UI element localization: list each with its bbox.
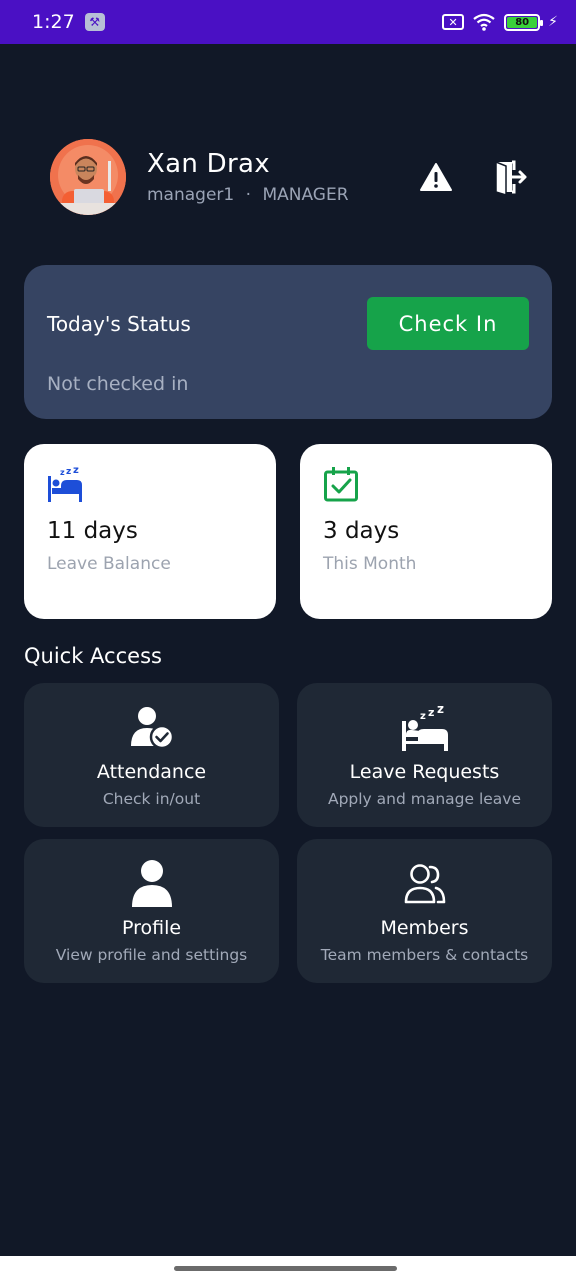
- this-month-label: This Month: [323, 554, 417, 574]
- user-role: MANAGER: [262, 185, 349, 205]
- check-in-button[interactable]: Check In: [367, 297, 529, 350]
- wifi-icon: [473, 13, 495, 31]
- status-bar: 1:27 ⚒ ✕ 80 ⚡: [0, 0, 576, 44]
- svg-text:z: z: [66, 467, 71, 477]
- battery-level: 80: [507, 16, 538, 28]
- tile-attendance-subtitle: Check in/out: [102, 790, 201, 808]
- user-info: Xan Drax manager1 · MANAGER: [147, 149, 349, 205]
- svg-text:z: z: [428, 706, 434, 719]
- users-icon: [400, 859, 450, 909]
- leave-balance-card: z z z 11 days Leave Balance: [24, 444, 276, 619]
- home-gesture-handle[interactable]: [174, 1266, 397, 1271]
- tile-members-title: Members: [380, 917, 469, 939]
- profile-header: Xan Drax manager1 · MANAGER: [50, 138, 530, 216]
- tile-profile-subtitle: View profile and settings: [55, 946, 248, 964]
- today-status-title: Today's Status: [47, 312, 191, 336]
- battery-icon: 80: [504, 13, 544, 31]
- tile-attendance[interactable]: Attendance Check in/out: [24, 683, 279, 827]
- user-subtitle: manager1 · MANAGER: [147, 185, 349, 205]
- tile-profile[interactable]: Profile View profile and settings: [24, 839, 279, 983]
- sleep-bed-icon: z z z: [400, 703, 450, 753]
- svg-text:z: z: [73, 466, 79, 476]
- tile-leave-requests-subtitle: Apply and manage leave: [327, 790, 522, 808]
- today-status-card: Today's Status Not checked in Check In: [24, 265, 552, 419]
- username: manager1: [147, 185, 235, 205]
- tile-members-subtitle: Team members & contacts: [320, 946, 529, 964]
- tile-attendance-title: Attendance: [96, 761, 207, 783]
- tile-leave-requests-title: Leave Requests: [349, 761, 500, 783]
- leave-balance-value: 11 days: [47, 518, 138, 544]
- alert-button[interactable]: [416, 157, 456, 197]
- warning-icon: [420, 163, 452, 191]
- wrench-icon: ⚒: [84, 13, 105, 31]
- avatar[interactable]: [50, 139, 126, 215]
- header-actions: [416, 157, 530, 197]
- navigation-bar: [0, 1256, 576, 1280]
- avatar-illustration: [50, 139, 126, 215]
- svg-text:z: z: [420, 711, 426, 722]
- tile-members[interactable]: Members Team members & contacts: [297, 839, 552, 983]
- this-month-value: 3 days: [323, 518, 400, 544]
- logout-button[interactable]: [490, 157, 530, 197]
- status-icons: ✕ 80 ⚡: [442, 12, 558, 32]
- user-check-icon: [127, 703, 177, 753]
- charging-icon: ⚡: [548, 14, 558, 30]
- tile-profile-title: Profile: [121, 917, 182, 939]
- svg-text:z: z: [60, 468, 65, 477]
- quick-access-title: Quick Access: [24, 644, 162, 668]
- status-time: 1:27: [32, 11, 75, 33]
- leave-balance-label: Leave Balance: [47, 554, 171, 574]
- no-sim-icon: ✕: [442, 14, 465, 30]
- calendar-check-icon: [324, 467, 358, 502]
- today-status-value: Not checked in: [47, 373, 189, 395]
- logout-icon: [495, 160, 527, 196]
- person-icon: [127, 859, 177, 909]
- separator: ·: [245, 185, 252, 205]
- tile-leave-requests[interactable]: z z z Leave Requests Apply and manage le…: [297, 683, 552, 827]
- svg-text:z: z: [437, 703, 444, 716]
- bed-icon: z z z: [48, 466, 82, 502]
- this-month-card: 3 days This Month: [300, 444, 552, 619]
- user-name: Xan Drax: [147, 149, 270, 179]
